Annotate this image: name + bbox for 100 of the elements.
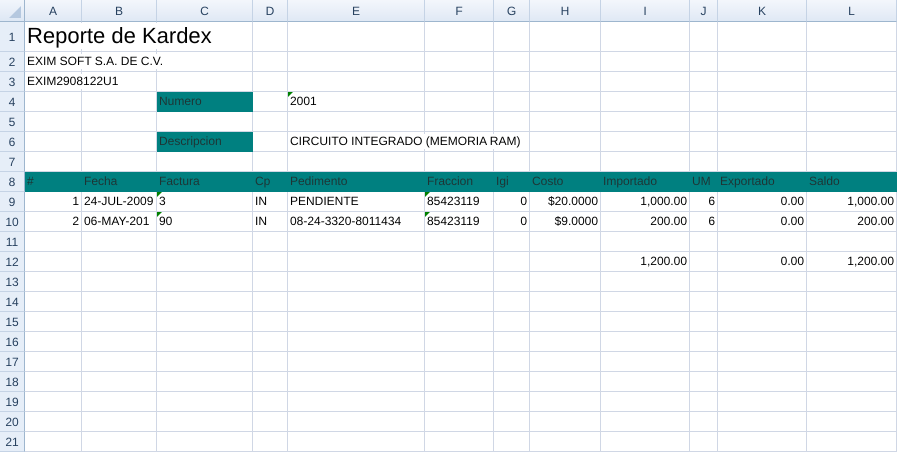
table-cell [690, 52, 718, 72]
cell-text: Fraccion [427, 174, 474, 189]
column-header[interactable]: I [601, 0, 690, 22]
row-header[interactable]: 21 [0, 432, 25, 452]
table-cell [690, 22, 718, 52]
table-cell [25, 252, 82, 272]
table-cell [25, 312, 82, 332]
table-cell [253, 272, 288, 292]
row-header[interactable]: 12 [0, 252, 25, 272]
table-cell [25, 392, 82, 412]
table-cell [530, 412, 601, 432]
cell-text: Saldo [809, 174, 840, 189]
table-cell [494, 432, 530, 452]
table-cell [25, 372, 82, 392]
row-header[interactable]: 17 [0, 352, 25, 372]
table-cell [690, 392, 718, 412]
table-cell [425, 252, 494, 272]
column-header[interactable]: H [530, 0, 601, 22]
row-header[interactable]: 4 [0, 92, 25, 112]
table-cell [690, 292, 718, 312]
table-cell [690, 92, 718, 112]
cell-text: 1,000.00 [847, 194, 894, 209]
table-cell [25, 332, 82, 352]
table-cell [425, 332, 494, 352]
row-header[interactable]: 3 [0, 72, 25, 92]
column-header[interactable]: D [253, 0, 288, 22]
select-all-button[interactable] [0, 0, 25, 22]
table-cell [690, 312, 718, 332]
table-cell [253, 412, 288, 432]
column-header[interactable]: C [157, 0, 253, 22]
row-header[interactable]: 15 [0, 312, 25, 332]
row-header[interactable]: 6 [0, 132, 25, 152]
table-cell [253, 352, 288, 372]
cell-text: Exportado [720, 174, 775, 189]
table-cell [253, 312, 288, 332]
table-cell [253, 52, 288, 72]
table-cell [690, 412, 718, 432]
table-cell [530, 112, 601, 132]
table-cell [253, 432, 288, 452]
column-header[interactable]: L [807, 0, 897, 22]
table-cell [25, 112, 82, 132]
row-header[interactable]: 5 [0, 112, 25, 132]
table-cell [690, 332, 718, 352]
table-cell [494, 332, 530, 352]
table-cell [425, 352, 494, 372]
row-header[interactable]: 13 [0, 272, 25, 292]
column-header[interactable]: F [425, 0, 494, 22]
table-cell [25, 432, 82, 452]
cell-text: Costo [532, 174, 564, 189]
table-cell [494, 372, 530, 392]
cell-text: Numero [159, 94, 202, 109]
cell-text: EXIM SOFT S.A. DE C.V. [27, 54, 164, 69]
column-header[interactable]: K [718, 0, 807, 22]
row-header[interactable]: 18 [0, 372, 25, 392]
table-cell [530, 92, 601, 112]
row-header[interactable]: 19 [0, 392, 25, 412]
row-header[interactable]: 11 [0, 232, 25, 252]
row-header[interactable]: 9 [0, 192, 25, 212]
table-cell [253, 72, 288, 92]
table-cell [425, 372, 494, 392]
table-cell [253, 332, 288, 352]
row-header[interactable]: 16 [0, 332, 25, 352]
row-header[interactable]: 8 [0, 172, 25, 192]
table-cell [494, 112, 530, 132]
table-cell [530, 292, 601, 312]
table-cell [690, 72, 718, 92]
cell-text: Descripcion [159, 134, 222, 149]
column-header[interactable]: A [25, 0, 82, 22]
column-header[interactable]: J [690, 0, 718, 22]
table-cell [690, 352, 718, 372]
cell-text: UM [692, 174, 711, 189]
table-cell [494, 312, 530, 332]
row-header[interactable]: 1 [0, 22, 25, 52]
cell-text: $20.0000 [548, 194, 598, 209]
cell-text: Factura [159, 174, 200, 189]
column-header[interactable]: B [82, 0, 157, 22]
column-header[interactable]: G [494, 0, 530, 22]
table-cell [253, 292, 288, 312]
table-cell [494, 92, 530, 112]
row-header[interactable]: 14 [0, 292, 25, 312]
table-cell [425, 432, 494, 452]
table-cell [425, 112, 494, 132]
table-cell [25, 292, 82, 312]
table-cell [690, 432, 718, 452]
table-cell [530, 352, 601, 372]
table-cell [690, 132, 718, 152]
table-cell [25, 132, 82, 152]
column-header[interactable]: E [288, 0, 425, 22]
table-cell [425, 52, 494, 72]
table-cell [530, 72, 601, 92]
row-header[interactable]: 7 [0, 152, 25, 172]
row-header[interactable]: 20 [0, 412, 25, 432]
table-cell [690, 112, 718, 132]
table-cell [530, 22, 601, 52]
row-header[interactable]: 10 [0, 212, 25, 232]
cell-text: # [27, 174, 34, 189]
table-cell [494, 52, 530, 72]
table-cell [425, 72, 494, 92]
table-cell [690, 272, 718, 292]
row-header[interactable]: 2 [0, 52, 25, 72]
